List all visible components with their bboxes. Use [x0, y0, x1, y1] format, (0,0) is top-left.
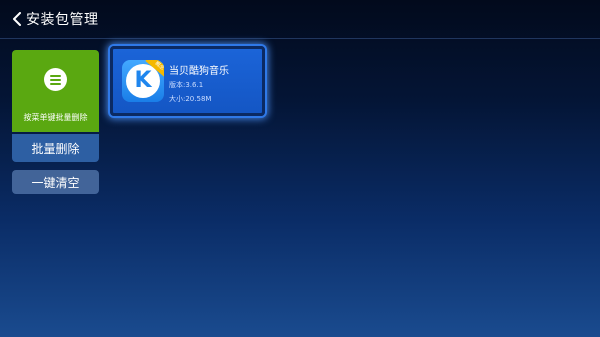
menu-icon: [44, 68, 67, 91]
installer-package-manager-screen: 安装包管理 按菜单键批量删除 批量删除 一键清空 K 概念 当贝酷狗音乐 版本:…: [0, 0, 600, 337]
back-button[interactable]: 安装包管理: [12, 6, 99, 32]
page-title: 安装包管理: [26, 12, 99, 28]
package-version: 版本:3.6.1: [169, 81, 204, 89]
kugou-app-icon: K 概念: [122, 60, 164, 102]
batch-delete-button[interactable]: 批量删除: [12, 134, 99, 162]
package-size: 大小:20.58M: [169, 95, 212, 103]
package-name: 当贝酷狗音乐: [169, 66, 229, 77]
header-divider: [0, 38, 600, 39]
menu-hint-tile: 按菜单键批量删除: [12, 50, 99, 132]
menu-hint-text: 按菜单键批量删除: [23, 113, 88, 122]
header-bar: 安装包管理: [0, 0, 600, 38]
chevron-left-icon: [12, 12, 22, 26]
clear-all-button[interactable]: 一键清空: [12, 170, 99, 194]
package-card[interactable]: K 概念 当贝酷狗音乐 版本:3.6.1 大小:20.58M: [110, 46, 265, 116]
